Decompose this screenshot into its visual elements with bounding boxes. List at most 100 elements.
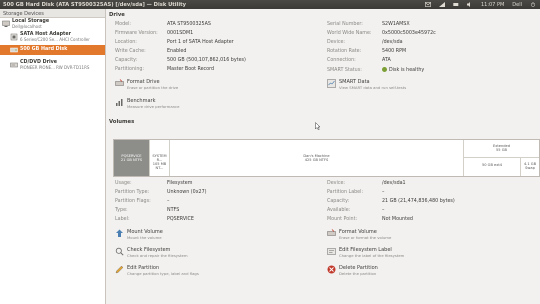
computer-icon [2,20,10,27]
clock[interactable]: 11:07 PM [481,2,504,8]
field-value: 5400 RPM [382,49,407,54]
volume-swap[interactable]: 4.1 GB Swap [521,158,539,176]
drive-wwn: World Wide Name: 0x5000c5003e45972c [327,31,436,36]
tree-item-local-storage[interactable]: Local Storage Dell@localhost [0,19,105,31]
drive-location: Location: Port 1 of SATA Host Adapter [115,40,234,45]
volume-pqservice[interactable]: PQSERVICE 21 GB NTFS [114,140,150,176]
field-label: Location: [115,40,137,45]
field-label: Write Cache: [115,49,146,54]
volume-size: 425 GB NTFS [304,158,329,162]
field-label: Connection: [327,58,356,63]
field-value: PQSERVICE [167,217,194,222]
field-label: Mount Point: [327,217,358,222]
drive-device: Device: /dev/sda [327,40,403,45]
action-desc: View SMART data and run self-tests [339,85,407,90]
field-value: /dev/sda [382,40,403,45]
format-volume-button[interactable]: Format Volume Erase or format the volume [327,229,391,240]
field-value: 0x5000c5003e45972c [382,31,436,36]
field-label: Partition Flags: [115,199,151,204]
volume-device: Device: /dev/sda1 [327,181,406,186]
volume-dans-machine[interactable]: Dan's Machine 425 GB NTFS [170,140,464,176]
field-value: Not Mounted [382,217,413,222]
tree-item-hard-disk[interactable]: 500 GB Hard Disk [0,45,105,55]
volume-partition-type: Partition Type: Unknown (0x27) [115,190,207,195]
field-label: Usage: [115,181,132,186]
edit-label-icon [327,248,336,255]
volume-type: Type: NTFS [115,208,179,213]
edit-partition-icon [115,265,124,274]
field-label: Rotation Rate: [327,49,362,54]
action-desc: Change partition type, label and flags [127,271,199,276]
volume-partition-flags: Partition Flags: – [115,199,169,204]
format-drive-icon [115,79,124,86]
tree-item-subtitle: Dell@localhost [12,24,42,29]
check-filesystem-button[interactable]: Check Filesystem Check and repair the fil… [115,247,188,258]
action-desc: Delete the partition [339,271,377,276]
field-value: – [382,190,385,195]
field-value: ATA ST9500325AS [167,22,211,27]
field-value: 500 GB (500,107,862,016 bytes) [167,58,246,63]
user-name[interactable]: Dell [512,2,522,8]
volume-mount-point: Mount Point: Not Mounted [327,217,413,222]
system-tray: 11:07 PM Dell [424,0,536,9]
field-label: Capacity: [115,58,138,63]
volume-label-field: Label: PQSERVICE [115,217,194,222]
format-drive-button[interactable]: Format Drive Erase or partition the drive [115,79,178,90]
field-value: Enabled [167,49,187,54]
field-label: World Wide Name: [327,31,372,36]
volume-extended[interactable]: Extended 55 GB [464,140,539,158]
volume-usage: Usage: Filesystem [115,181,192,186]
field-value: – [167,199,170,204]
field-label: Partition Label: [327,190,364,195]
volume-label: 50 GB ext4 [481,163,503,167]
tree-item-sata-adapter[interactable]: SATA Host Adapter 6 Series/C200 Se... AH… [0,32,105,44]
field-value: ATA [382,58,391,63]
mail-icon[interactable] [424,2,431,7]
drive-capacity: Capacity: 500 GB (500,107,862,016 bytes) [115,58,246,63]
volume-icon[interactable] [466,2,473,7]
smart-data-icon [327,79,336,88]
smart-data-button[interactable]: SMART Data View SMART data and run self-t… [327,79,406,90]
field-value: /dev/sda1 [382,181,406,186]
tree-item-cd-dvd[interactable]: CD/DVD Drive PIONEER PIONE... RW DVR-TD1… [0,60,105,72]
drive-section-title: Drive [109,12,125,18]
mouse-cursor-icon [315,122,321,130]
delete-partition-button[interactable]: Delete Partition Delete the partition [327,265,378,276]
volume-ext4[interactable]: 50 GB ext4 [464,158,521,176]
field-value: – [382,208,385,213]
battery-icon[interactable] [453,2,459,7]
volume-label: 4.1 GB [523,162,537,166]
window-title: 500 GB Hard Disk (ATA ST9500325AS) [/dev… [3,1,186,8]
field-label: Type: [115,208,128,213]
network-icon[interactable] [438,2,445,7]
field-value: Disk is healthy [389,68,425,73]
tree-item-title: 500 GB Hard Disk [20,47,68,52]
volume-partition-label: Partition Label: – [327,190,384,195]
field-value: 21 GB (21,474,836,480 bytes) [382,199,455,204]
field-label: Label: [115,217,130,222]
benchmark-button[interactable]: Benchmark Measure drive performance [115,98,179,109]
volume-label: SYSTEM R... [152,154,167,162]
action-desc: Measure drive performance [127,104,180,109]
field-label: SMART Status: [327,68,362,73]
field-label: Available: [327,208,351,213]
field-label: Partition Type: [115,190,150,195]
drive-partitioning: Partitioning: Master Boot Record [115,67,214,72]
controller-icon [10,33,18,41]
volume-size: Swap [525,166,535,170]
optical-drive-icon [10,62,18,68]
edit-filesystem-label-button[interactable]: Edit Filesystem Label Change the label of… [327,247,404,258]
edit-partition-button[interactable]: Edit Partition Change partition type, lab… [115,265,199,276]
action-desc: Erase or format the volume [339,235,392,240]
drive-smart-status: SMART Status: Disk is healthy [327,67,424,73]
volume-system-reserved[interactable]: SYSTEM R... 105 MB NT... [150,140,170,176]
power-icon[interactable] [530,2,536,7]
field-label: Device: [327,181,346,186]
format-volume-icon [327,229,336,236]
field-label: Partitioning: [115,67,145,72]
storage-devices-header: Storage Devices [0,9,105,18]
main-panel: Drive Model: ATA ST9500325AS Firmware Ver… [107,9,540,304]
mount-icon [116,229,123,237]
mount-volume-button[interactable]: Mount Volume Mount the volume [115,229,163,240]
hard-disk-icon [10,47,18,53]
